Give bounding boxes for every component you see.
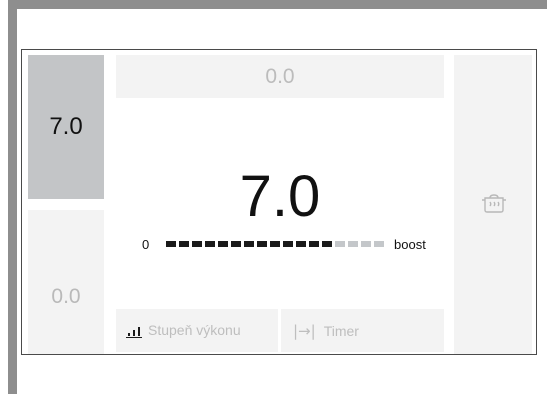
cookware-pot-icon bbox=[482, 194, 506, 213]
level-segment-off bbox=[348, 241, 358, 247]
device-bezel-left bbox=[8, 0, 17, 394]
cookware-zone-button[interactable] bbox=[454, 55, 532, 354]
cooking-zone-left-bottom[interactable]: 0.0 bbox=[28, 210, 104, 354]
level-segment-off bbox=[335, 241, 345, 247]
timer-button-label: Timer bbox=[323, 322, 359, 339]
scale-max-label: boost bbox=[394, 237, 426, 252]
timer-button[interactable]: |→| Timer bbox=[281, 309, 444, 352]
power-level-bars-icon bbox=[126, 324, 142, 338]
level-segment-off bbox=[374, 241, 384, 247]
level-segment-on bbox=[322, 241, 332, 247]
cooking-zone-top-center[interactable]: 0.0 bbox=[116, 55, 444, 98]
level-segment-on bbox=[309, 241, 319, 247]
power-level-button[interactable]: Stupeň výkonu bbox=[116, 309, 278, 352]
timer-arrow-icon: |→| bbox=[293, 321, 316, 340]
zone-value: 0.0 bbox=[51, 285, 81, 308]
zone-value: 0.0 bbox=[265, 64, 295, 88]
level-segment-on bbox=[166, 241, 176, 247]
power-level-bar[interactable]: 0 boost bbox=[142, 237, 442, 252]
level-segment-on bbox=[231, 241, 241, 247]
device-bezel-top bbox=[8, 0, 547, 9]
level-segment-on bbox=[179, 241, 189, 247]
level-segment-on bbox=[244, 241, 254, 247]
level-segment-on bbox=[296, 241, 306, 247]
level-segment-on bbox=[270, 241, 280, 247]
level-segment-on bbox=[205, 241, 215, 247]
cooktop-control-panel: 7.0 0.0 0.0 7.0 0 boost Stupeň výkonu |→… bbox=[21, 49, 537, 355]
level-segment-on bbox=[192, 241, 202, 247]
scale-min-label: 0 bbox=[142, 237, 150, 252]
level-segment-on bbox=[218, 241, 228, 247]
level-segment-off bbox=[361, 241, 371, 247]
power-level-segments bbox=[166, 241, 384, 247]
power-level-button-label: Stupeň výkonu bbox=[148, 322, 241, 338]
level-segment-on bbox=[257, 241, 267, 247]
cooking-zone-left-top[interactable]: 7.0 bbox=[28, 55, 104, 199]
level-segment-on bbox=[283, 241, 293, 247]
selected-power-level: 7.0 bbox=[239, 164, 321, 229]
zone-value: 7.0 bbox=[49, 113, 83, 140]
